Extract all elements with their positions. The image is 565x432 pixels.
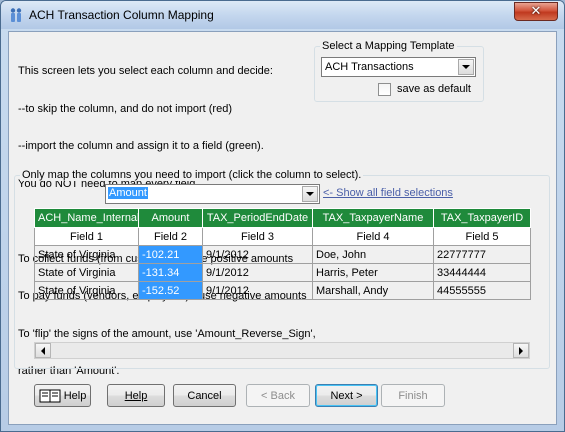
window-title: ACH Transaction Column Mapping — [29, 8, 214, 22]
table-row: State of Virginia -102.21 9/1/2012 Doe, … — [34, 245, 531, 264]
finish-button-label: Finish — [398, 389, 428, 402]
table-cell[interactable]: Harris, Peter — [312, 263, 434, 282]
instruction-line: --import the column and assign it to a f… — [18, 140, 264, 152]
field-label[interactable]: Field 4 — [312, 227, 434, 246]
field-label[interactable]: Field 1 — [34, 227, 139, 246]
scroll-right-icon[interactable] — [513, 343, 529, 358]
table-cell[interactable]: State of Virginia — [34, 281, 139, 300]
template-group: Select a Mapping Template ACH Transactio… — [314, 40, 484, 102]
cancel-button-label: Cancel — [187, 389, 222, 402]
next-button[interactable]: Next > — [315, 384, 378, 407]
back-button[interactable]: < Back — [246, 384, 310, 407]
table-cell[interactable]: 9/1/2012 — [202, 245, 313, 264]
table-cell[interactable]: State of Virginia — [34, 245, 139, 264]
dropdown-arrow-icon[interactable] — [302, 186, 318, 202]
instruction-line: This screen lets you select each column … — [18, 65, 273, 77]
table-cell[interactable]: Marshall, Andy — [312, 281, 434, 300]
table-cell[interactable]: -131.34 — [138, 263, 203, 282]
close-button[interactable]: ✕ — [514, 2, 558, 21]
dialog-body: This screen lets you select each column … — [8, 31, 557, 425]
next-button-label: Next > — [330, 389, 363, 402]
table-cell[interactable]: 44555555 — [433, 281, 531, 300]
save-default-checkbox[interactable] — [378, 83, 391, 96]
table-cell[interactable]: -152.52 — [138, 281, 203, 300]
grid-header-row: ACH_Name_Internal Amount TAX_PeriodEndDa… — [34, 208, 531, 228]
table-cell[interactable]: 9/1/2012 — [202, 263, 313, 282]
table-cell[interactable]: 22777777 — [433, 245, 531, 264]
back-button-label: < Back — [261, 389, 295, 402]
finish-button[interactable]: Finish — [381, 384, 445, 407]
cancel-button[interactable]: Cancel — [173, 384, 236, 407]
help-icon-button[interactable]: Help — [34, 384, 91, 407]
column-header[interactable]: TAX_TaxpayerID — [433, 208, 531, 228]
title-bar[interactable]: ACH Transaction Column Mapping ✕ — [1, 1, 564, 29]
help-book-icon — [39, 389, 61, 402]
column-header[interactable]: ACH_Name_Internal — [34, 208, 139, 228]
grid-horizontal-scrollbar[interactable] — [34, 342, 530, 359]
table-cell[interactable]: 33444444 — [433, 263, 531, 282]
table-cell[interactable]: State of Virginia — [34, 263, 139, 282]
scroll-left-icon[interactable] — [35, 343, 51, 358]
app-icon — [10, 8, 22, 22]
help-button[interactable]: Help — [107, 384, 165, 407]
template-select-value: ACH Transactions — [325, 61, 414, 73]
field-select[interactable]: Amount — [105, 184, 320, 204]
field-label[interactable]: Field 3 — [202, 227, 313, 246]
grid-field-row: Field 1 Field 2 Field 3 Field 4 Field 5 — [34, 227, 531, 246]
mapping-grid[interactable]: ACH_Name_Internal Amount TAX_PeriodEndDa… — [34, 208, 531, 300]
mapping-group-label: Only map the columns you need to import … — [20, 169, 364, 181]
template-group-label: Select a Mapping Template — [320, 40, 457, 52]
table-row: State of Virginia -131.34 9/1/2012 Harri… — [34, 263, 531, 282]
field-label[interactable]: Field 5 — [433, 227, 531, 246]
save-default-label: save as default — [397, 83, 471, 95]
table-cell[interactable]: -102.21 — [138, 245, 203, 264]
column-header[interactable]: TAX_TaxpayerName — [312, 208, 434, 228]
show-all-fields-link[interactable]: <- Show all field selections — [323, 187, 453, 199]
template-select[interactable]: ACH Transactions — [321, 57, 476, 77]
help-icon-button-label: Help — [63, 389, 87, 402]
table-cell[interactable]: 9/1/2012 — [202, 281, 313, 300]
field-select-value: Amount — [108, 187, 148, 199]
instruction-line: --to skip the column, and do not import … — [18, 102, 232, 115]
dropdown-arrow-icon[interactable] — [458, 59, 474, 75]
close-icon: ✕ — [530, 4, 542, 19]
column-header[interactable]: TAX_PeriodEndDate — [202, 208, 313, 228]
table-row: State of Virginia -152.52 9/1/2012 Marsh… — [34, 281, 531, 300]
help-button-label: Help — [124, 389, 148, 402]
field-label[interactable]: Field 2 — [138, 227, 203, 246]
table-cell[interactable]: Doe, John — [312, 245, 434, 264]
dialog-window: ACH Transaction Column Mapping ✕ This sc… — [0, 0, 565, 432]
column-header[interactable]: Amount — [138, 208, 203, 228]
